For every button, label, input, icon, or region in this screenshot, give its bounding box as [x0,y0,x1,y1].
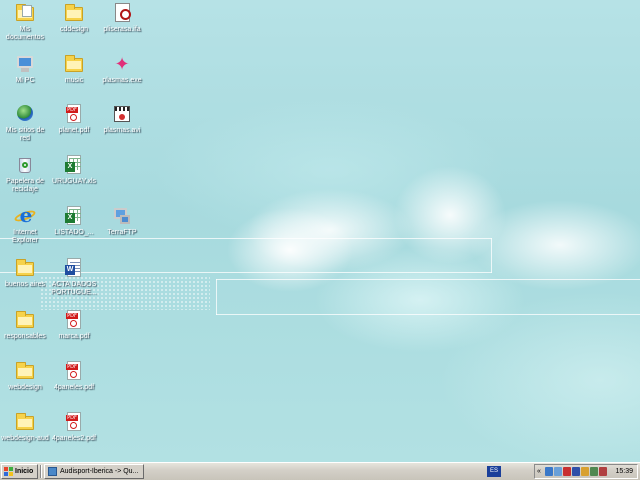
desktop-icon-cddesign[interactable]: cddesign [49,2,99,34]
desktop-background: Mis documentos Mi PC Mis sitios de red P… [0,0,640,462]
icon-label: plasmas.avi [103,127,141,134]
icon-label: Mi PC [15,77,35,84]
pdf-file-icon: PDF [63,309,85,331]
icon-label: TerraFTP [107,229,137,236]
monitor-tray-icon[interactable] [554,467,562,476]
icon-label: webdesign-aud [1,435,49,442]
folder-icon [14,309,36,331]
icon-label: webdesign [8,384,42,391]
desktop-icon-marca-pdf[interactable]: PDF marca.pdf [49,309,99,341]
language-indicator[interactable]: ES [487,466,501,477]
folder-icon [63,53,85,75]
wallpaper-line [216,314,640,315]
pdf-file-icon: PDF [63,360,85,382]
my-documents-icon [14,2,36,24]
icon-label: responsables [4,333,46,340]
icon-label: Mis documentos [5,26,45,41]
wallpaper-line [491,238,492,273]
wallpaper-line [216,279,217,315]
pdf-file-icon: PDF [63,103,85,125]
icon-label: cddesign [59,26,89,33]
desktop-icon-planet-pdf[interactable]: PDF planet.pdf [49,103,99,135]
network-places-icon [14,103,36,125]
update-tray-icon[interactable] [590,467,598,476]
shield-tray-icon[interactable] [599,467,607,476]
wallpaper-line [216,279,640,280]
desktop-icon-listado-xls[interactable]: X LISTADO_... [49,205,99,237]
desktop-icon-webdesign-aud[interactable]: webdesign-aud [0,411,50,443]
icon-label: Internet Explorer [11,229,39,244]
desktop-icon-webdesign[interactable]: webdesign [0,360,50,392]
start-label: Inicio [15,468,34,475]
my-computer-icon [14,53,36,75]
icon-label: pliserasa.ifa [103,26,141,33]
internet-explorer-icon: e [13,205,37,227]
desktop-icon-internet-explorer[interactable]: e Internet Explorer [0,205,50,245]
icon-label: LISTADO_... [54,229,94,236]
system-tray: « 15:39 [534,464,638,479]
security-tray-icon[interactable] [581,467,589,476]
taskbar-window-button[interactable]: Audisport-Iberica -> Qu... [44,464,144,479]
desktop-icon-uruguay-xls[interactable]: X URUGUAY.xls [49,154,99,186]
desktop-icon-buenos-aires[interactable]: buenos aires [0,257,50,289]
start-button[interactable]: Inicio [1,464,38,479]
desktop-icon-my-documents[interactable]: Mis documentos [0,2,50,42]
word-file-icon: W [63,257,85,279]
excel-file-icon: X [63,205,85,227]
tray-expand-chevron-icon[interactable]: « [537,468,545,475]
icon-label: plasmas.exe [102,77,142,84]
desktop-icon-music[interactable]: music [49,53,99,85]
pdf-file-icon: PDF [63,411,85,433]
taskbar: Inicio Audisport-Iberica -> Qu... ES « 1… [0,462,640,480]
desktop-icon-pliserasa[interactable]: pliserasa.ifa [97,2,147,34]
antivirus-tray-icon[interactable] [563,467,571,476]
recycle-bin-icon [14,154,36,176]
windows-logo-icon [4,467,13,476]
wallpaper-line [0,238,492,239]
desktop-icon-plasmas-avi[interactable]: plasmas.avi [97,103,147,135]
icon-label: music [64,77,84,84]
network-tray-icon[interactable] [545,467,553,476]
plasma-app-icon: ✦ [114,54,130,74]
desktop-icon-4paneles-pdf[interactable]: PDF 4paneles.pdf [49,360,99,392]
video-file-icon [111,103,133,125]
taskbar-separator [40,465,42,478]
folder-icon [14,257,36,279]
folder-icon [14,411,36,433]
ftp-app-icon [111,205,133,227]
icon-label: ACTA DADOS PORTUGUE... [51,281,97,296]
excel-file-icon: X [63,154,85,176]
icon-label: 4paneles2.pdf [52,435,96,442]
desktop-icon-acta-dados[interactable]: W ACTA DADOS PORTUGUE... [49,257,99,297]
icon-label: buenos aires [4,281,46,288]
icon-label: 4paneles.pdf [53,384,95,391]
desktop-icon-terraftp[interactable]: TerraFTP [97,205,147,237]
messenger-tray-icon[interactable] [572,467,580,476]
desktop-icon-recycle-bin[interactable]: Papelera de reciclaje [0,154,50,194]
desktop-icon-my-computer[interactable]: Mi PC [0,53,50,85]
folder-icon [63,2,85,24]
browser-window-icon [48,467,57,476]
desktop-icon-network-places[interactable]: Mis sitios de red [0,103,50,143]
icon-label: URUGUAY.xls [51,178,97,185]
media-file-icon [111,2,133,24]
taskbar-window-title: Audisport-Iberica -> Qu... [60,468,139,475]
icon-label: Papelera de reciclaje [6,178,44,193]
folder-icon [14,360,36,382]
desktop-icon-plasmas-exe[interactable]: ✦ plasmas.exe [97,53,147,85]
desktop-icon-4paneles2-pdf[interactable]: PDF 4paneles2.pdf [49,411,99,443]
desktop-icon-responsables[interactable]: responsables [0,309,50,341]
icon-label: Mis sitios de red [5,127,45,142]
clock[interactable]: 15:39 [615,468,633,475]
icon-label: planet.pdf [58,127,90,134]
icon-label: marca.pdf [58,333,90,340]
